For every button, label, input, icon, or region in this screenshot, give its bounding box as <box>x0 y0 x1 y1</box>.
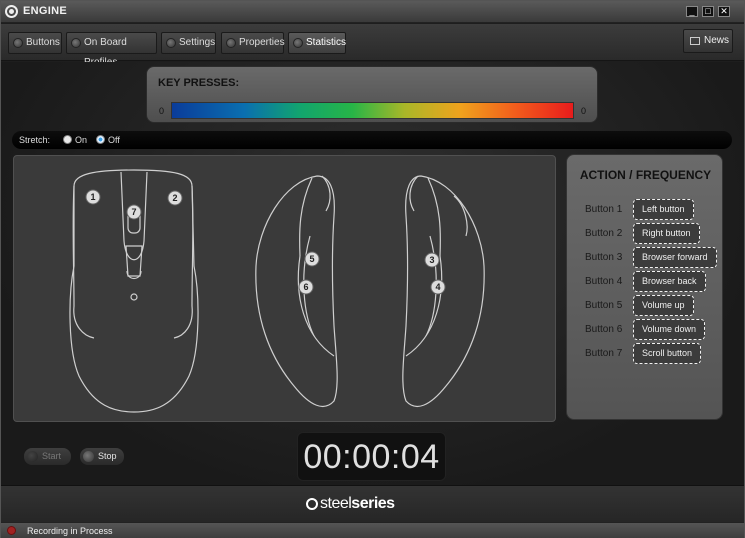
tab-label: Statistics <box>306 37 347 48</box>
start-indicator-icon <box>27 451 38 462</box>
action-row: Button 1 Left button <box>567 199 724 221</box>
stop-label: Stop <box>98 451 117 461</box>
action-row: Button 3 Browser forward <box>567 247 724 269</box>
action-row: Button 5 Volume up <box>567 295 724 317</box>
status-bar: Recording in Process <box>1 522 744 538</box>
marker-label: 3 <box>429 255 434 265</box>
action-value-badge[interactable]: Volume up <box>633 295 694 316</box>
action-key: Button 4 <box>585 276 623 287</box>
mouse-diagram-panel: 1 2 7 5 6 3 4 <box>13 155 556 422</box>
tab-settings[interactable]: Settings <box>161 32 216 54</box>
title-bar[interactable]: ENGINE _ □ ✕ <box>1 1 744 23</box>
action-key: Button 5 <box>585 300 623 311</box>
logo-text-bold: series <box>351 495 395 512</box>
marker-label: 2 <box>172 193 177 203</box>
action-value-badge[interactable]: Browser forward <box>633 247 717 268</box>
tab-buttons[interactable]: Buttons <box>8 32 62 54</box>
tab-label: Buttons <box>26 37 60 48</box>
recording-timer: 00:00:04 <box>297 432 446 481</box>
news-button[interactable]: News <box>683 29 733 53</box>
minimize-button[interactable]: _ <box>686 6 698 17</box>
start-label: Start <box>42 451 62 461</box>
window-title: ENGINE <box>23 5 67 17</box>
tab-on-board-profiles[interactable]: On Board Profiles <box>66 32 157 68</box>
news-label: News <box>704 35 730 46</box>
marker-label: 5 <box>309 254 314 264</box>
action-value-badge[interactable]: Right button <box>633 223 700 244</box>
marker-button-7: 7 <box>126 204 142 220</box>
action-row: Button 2 Right button <box>567 223 724 245</box>
action-key: Button 3 <box>585 252 623 263</box>
stretch-off-radio[interactable] <box>96 135 105 144</box>
engine-window: ENGINE _ □ ✕ Buttons On Board Profiles S… <box>0 0 745 538</box>
heatmap-gradient-bar <box>171 102 574 119</box>
marker-label: 6 <box>303 282 308 292</box>
marker-button-2: 2 <box>167 190 183 206</box>
action-frequency-panel: ACTION / FREQUENCY Button 1 Left button … <box>566 154 723 420</box>
mouse-left-view <box>255 175 338 407</box>
maximize-button[interactable]: □ <box>702 6 714 17</box>
stretch-on-label[interactable]: On <box>75 135 87 145</box>
marker-button-3: 3 <box>424 252 440 268</box>
action-key: Button 6 <box>585 324 623 335</box>
action-value-badge[interactable]: Browser back <box>633 271 706 292</box>
marker-button-6: 6 <box>298 279 314 295</box>
action-row: Button 6 Volume down <box>567 319 724 341</box>
key-presses-panel: KEY PRESSES: 0 0 <box>146 66 598 123</box>
marker-label: 4 <box>435 282 440 292</box>
action-key: Button 1 <box>585 204 623 215</box>
tab-label: Settings <box>179 37 216 48</box>
start-button[interactable]: Start <box>23 447 72 466</box>
stretch-on-radio[interactable] <box>63 135 72 144</box>
marker-label: 1 <box>90 192 95 202</box>
action-key: Button 7 <box>585 348 623 359</box>
statistics-view: KEY PRESSES: 0 0 Stretch: On Off 1 2 7 5… <box>1 62 744 485</box>
marker-button-1: 1 <box>85 189 101 205</box>
action-value-badge[interactable]: Scroll button <box>633 343 702 364</box>
key-presses-label: KEY PRESSES: <box>158 77 240 89</box>
stop-indicator-icon <box>83 451 94 462</box>
marker-button-4: 4 <box>430 279 446 295</box>
steelseries-logo-icon <box>306 498 318 510</box>
stretch-off-label[interactable]: Off <box>108 135 120 145</box>
stop-button[interactable]: Stop <box>79 447 125 466</box>
tab-indicator-icon <box>226 38 236 48</box>
action-value-badge[interactable]: Left button <box>633 199 694 220</box>
action-frequency-title: ACTION / FREQUENCY <box>579 168 712 182</box>
heatmap-min-value: 0 <box>159 106 165 116</box>
recording-indicator-icon <box>7 526 16 535</box>
toolbar: Buttons On Board Profiles Settings Prope… <box>1 24 744 68</box>
tab-indicator-icon <box>293 38 303 48</box>
action-value-badge[interactable]: Volume down <box>633 319 706 340</box>
close-button[interactable]: ✕ <box>718 6 730 17</box>
mouse-diagram: 1 2 7 5 6 3 4 <box>69 169 485 413</box>
heatmap-max-value: 0 <box>581 106 587 116</box>
action-row: Button 4 Browser back <box>567 271 724 293</box>
tab-indicator-icon <box>13 38 23 48</box>
action-key: Button 2 <box>585 228 623 239</box>
news-icon <box>690 37 700 45</box>
tab-indicator-icon <box>166 38 176 48</box>
marker-label: 7 <box>131 207 136 217</box>
tab-statistics[interactable]: Statistics <box>288 32 346 54</box>
marker-button-5: 5 <box>304 251 320 267</box>
stretch-label: Stretch: <box>19 135 51 145</box>
logo-text-light: steel <box>320 495 352 512</box>
action-row: Button 7 Scroll button <box>567 343 724 365</box>
tab-indicator-icon <box>71 38 81 48</box>
tab-properties[interactable]: Properties <box>221 32 285 54</box>
footer: steelseries <box>1 485 744 522</box>
status-text: Recording in Process <box>27 526 113 536</box>
stretch-bar: Stretch: On Off <box>12 131 732 149</box>
steelseries-logo-icon <box>5 5 18 18</box>
steelseries-logo: steelseries <box>306 495 395 513</box>
tab-label: Properties <box>239 37 285 48</box>
